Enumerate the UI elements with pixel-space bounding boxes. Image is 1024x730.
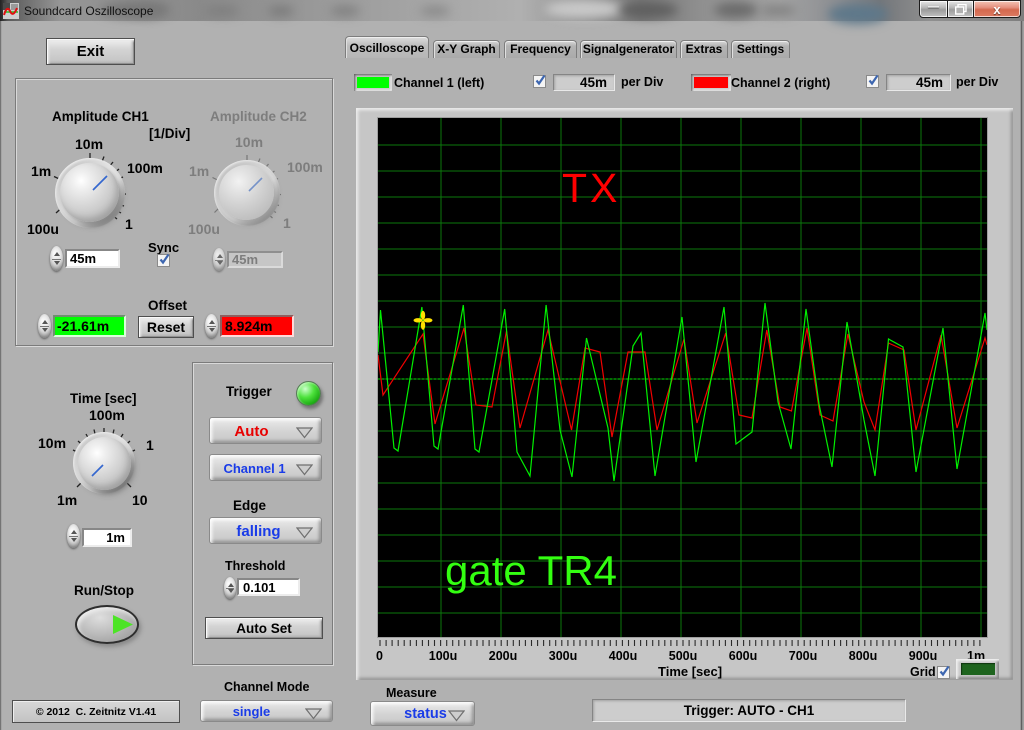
svg-text:TX: TX: [562, 165, 620, 211]
svg-text:gate TR4: gate TR4: [445, 547, 617, 594]
